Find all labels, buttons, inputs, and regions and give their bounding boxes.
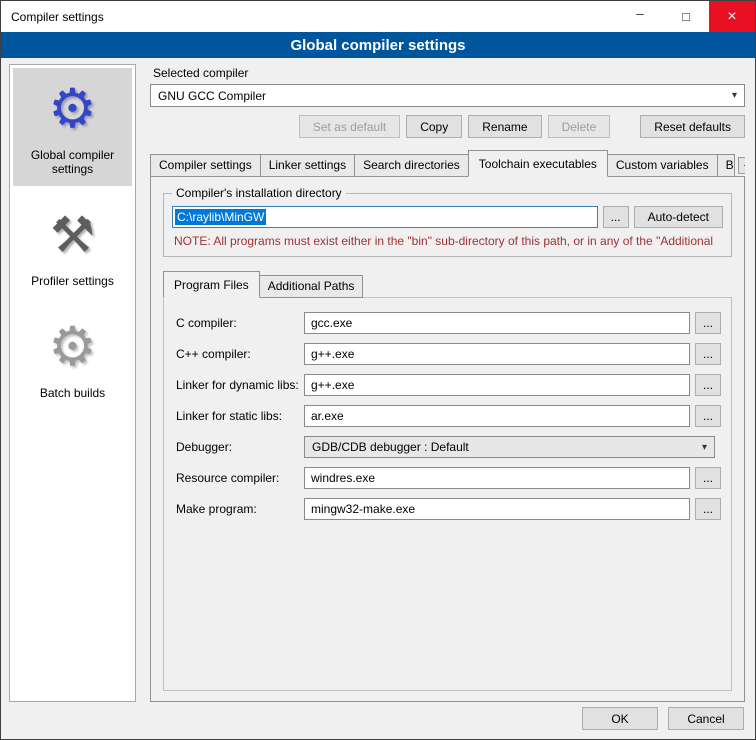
field-row-cpp-compiler: C++ compiler: ... (176, 343, 721, 365)
auto-detect-button[interactable]: Auto-detect (634, 206, 723, 228)
sidebar-item-profiler-settings[interactable]: ⚒ Profiler settings (13, 194, 132, 298)
linker-dynamic-input[interactable] (304, 374, 690, 396)
field-row-c-compiler: C compiler: ... (176, 312, 721, 334)
program-tabs: Program Files Additional Paths (163, 271, 732, 298)
cancel-button[interactable]: Cancel (668, 707, 744, 730)
make-program-label: Make program: (176, 502, 304, 516)
make-program-input[interactable] (304, 498, 690, 520)
tab-custom-variables[interactable]: Custom variables (607, 154, 718, 177)
installation-directory-group: Compiler's installation directory C:\ray… (163, 193, 732, 257)
linker-static-label: Linker for static libs: (176, 409, 304, 423)
close-button[interactable]: × (709, 1, 755, 32)
browse-linker-static-button[interactable]: ... (695, 405, 721, 427)
reset-defaults-button[interactable]: Reset defaults (640, 115, 745, 138)
maximize-button[interactable]: □ (663, 1, 709, 32)
dialog-content: ⚙ Global compiler settings ⚒ Profiler se… (1, 58, 755, 706)
cpp-compiler-input[interactable] (304, 343, 690, 365)
browse-c-compiler-button[interactable]: ... (695, 312, 721, 334)
program-files-panel: C compiler: ... C++ compiler: ... Linker… (163, 297, 732, 691)
dialog-footer: OK Cancel (1, 706, 755, 739)
installation-directory-input[interactable]: C:\raylib\MinGW (172, 206, 598, 228)
tab-build-options[interactable]: Build options (717, 154, 735, 177)
field-row-make-program: Make program: ... (176, 498, 721, 520)
field-row-debugger: Debugger: GDB/CDB debugger : Default ▾ (176, 436, 721, 458)
installation-directory-row: C:\raylib\MinGW ... Auto-detect (172, 206, 723, 228)
close-icon: × (727, 8, 736, 26)
compiler-settings-window: Compiler settings – □ × Global compiler … (0, 0, 756, 740)
linker-dynamic-label: Linker for dynamic libs: (176, 378, 304, 392)
subtab-program-files[interactable]: Program Files (163, 271, 260, 298)
ok-button[interactable]: OK (582, 707, 658, 730)
gear-icon: ⚙ (48, 316, 96, 380)
rename-button[interactable]: Rename (468, 115, 541, 138)
browse-resource-compiler-button[interactable]: ... (695, 467, 721, 489)
field-row-linker-dynamic: Linker for dynamic libs: ... (176, 374, 721, 396)
compiler-select-value: GNU GCC Compiler (158, 89, 266, 103)
delete-button[interactable]: Delete (548, 115, 611, 138)
field-row-resource-compiler: Resource compiler: ... (176, 467, 721, 489)
page-title: Global compiler settings (1, 32, 755, 58)
sidebar-item-label: Profiler settings (31, 274, 114, 288)
resource-compiler-input[interactable] (304, 467, 690, 489)
main-panel: Selected compiler GNU GCC Compiler ▾ Set… (146, 64, 747, 702)
selected-compiler-label: Selected compiler (153, 66, 745, 80)
debugger-select[interactable]: GDB/CDB debugger : Default ▾ (304, 436, 715, 458)
tab-compiler-settings[interactable]: Compiler settings (150, 154, 261, 177)
chevron-down-icon: ▾ (702, 442, 707, 453)
profiler-icon: ⚒ (50, 204, 95, 268)
titlebar: Compiler settings – □ × (1, 1, 755, 32)
sidebar-item-global-compiler-settings[interactable]: ⚙ Global compiler settings (13, 68, 132, 186)
browse-directory-button[interactable]: ... (603, 206, 629, 228)
subtab-additional-paths[interactable]: Additional Paths (259, 275, 364, 298)
arrow-left-icon: ◂ (744, 160, 745, 171)
settings-tabs: Compiler settings Linker settings Search… (150, 150, 745, 177)
browse-linker-dynamic-button[interactable]: ... (695, 374, 721, 396)
minimize-icon: – (636, 6, 643, 21)
compiler-buttons: Set as default Copy Rename Delete Reset … (150, 115, 745, 138)
sidebar-item-label: Global compiler settings (16, 148, 129, 176)
c-compiler-label: C compiler: (176, 316, 304, 330)
debugger-select-value: GDB/CDB debugger : Default (312, 440, 469, 454)
tab-scroll-left-button[interactable]: ◂ (738, 157, 745, 174)
field-row-linker-static: Linker for static libs: ... (176, 405, 721, 427)
gear-icon: ⚙ (48, 78, 96, 142)
compiler-select[interactable]: GNU GCC Compiler ▾ (150, 84, 745, 107)
browse-cpp-compiler-button[interactable]: ... (695, 343, 721, 365)
c-compiler-input[interactable] (304, 312, 690, 334)
toolchain-executables-panel: Compiler's installation directory C:\ray… (150, 176, 745, 702)
tab-search-directories[interactable]: Search directories (354, 154, 469, 177)
chevron-down-icon: ▾ (732, 90, 737, 101)
selected-path-text: C:\raylib\MinGW (175, 209, 266, 225)
note-text: NOTE: All programs must exist either in … (174, 234, 721, 248)
debugger-label: Debugger: (176, 440, 304, 454)
tab-toolchain-executables[interactable]: Toolchain executables (468, 150, 608, 177)
set-as-default-button[interactable]: Set as default (299, 115, 400, 138)
window-controls: – □ × (617, 1, 755, 32)
installation-directory-group-title: Compiler's installation directory (172, 186, 346, 200)
maximize-icon: □ (682, 9, 690, 24)
minimize-button[interactable]: – (617, 1, 663, 32)
copy-button[interactable]: Copy (406, 115, 462, 138)
sidebar-item-label: Batch builds (40, 386, 105, 400)
sidebar-item-batch-builds[interactable]: ⚙ Batch builds (13, 306, 132, 410)
sidebar: ⚙ Global compiler settings ⚒ Profiler se… (9, 64, 136, 702)
window-title: Compiler settings (11, 10, 104, 24)
linker-static-input[interactable] (304, 405, 690, 427)
resource-compiler-label: Resource compiler: (176, 471, 304, 485)
cpp-compiler-label: C++ compiler: (176, 347, 304, 361)
tab-scroll-controls: ◂ ▸ (734, 157, 745, 174)
tab-linker-settings[interactable]: Linker settings (260, 154, 355, 177)
browse-make-program-button[interactable]: ... (695, 498, 721, 520)
